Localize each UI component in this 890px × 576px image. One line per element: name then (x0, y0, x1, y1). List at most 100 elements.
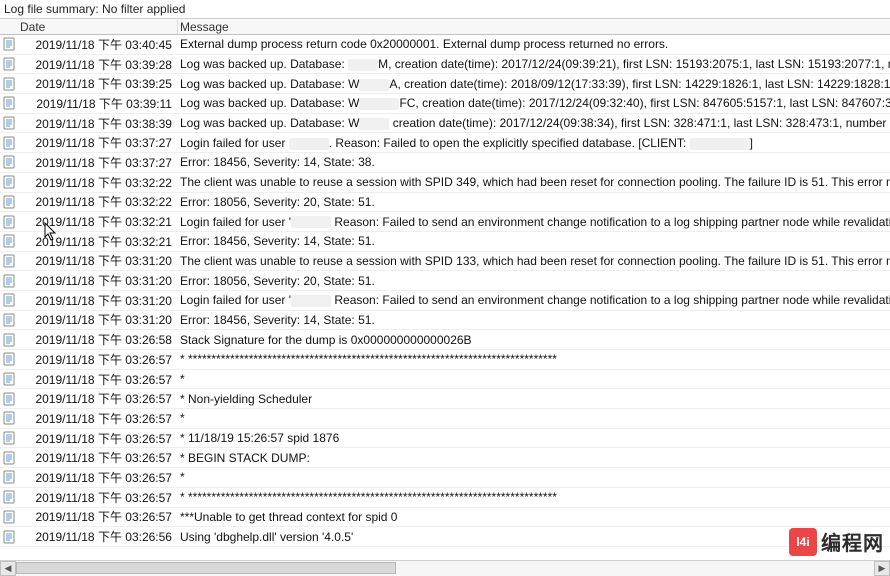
document-icon (0, 372, 18, 386)
scroll-right-button[interactable]: ▶ (874, 561, 890, 576)
row-message: * **************************************… (178, 490, 890, 504)
row-message: Log was backed up. Database: WFC, creati… (178, 96, 890, 110)
row-message: * (178, 470, 890, 484)
document-icon (0, 215, 18, 229)
table-row[interactable]: 2019/11/18 下午 03:26:57* (0, 409, 890, 429)
log-rows-container: 2019/11/18 下午 03:40:45External dump proc… (0, 35, 890, 561)
row-message: Stack Signature for the dump is 0x000000… (178, 333, 890, 347)
table-row[interactable]: 2019/11/18 下午 03:31:20Error: 18056, Seve… (0, 271, 890, 291)
row-date: 2019/11/18 下午 03:39:11 (18, 95, 178, 112)
redacted-text (291, 216, 331, 228)
table-row[interactable]: 2019/11/18 下午 03:40:45External dump proc… (0, 35, 890, 55)
row-date: 2019/11/18 下午 03:31:20 (18, 292, 178, 309)
redacted-text (289, 138, 329, 150)
row-date: 2019/11/18 下午 03:37:27 (18, 134, 178, 151)
row-message: Login failed for user ' Reason: Failed t… (178, 215, 890, 229)
row-message: Login failed for user ' Reason: Failed t… (178, 293, 890, 307)
row-date: 2019/11/18 下午 03:26:57 (18, 469, 178, 486)
row-message: Error: 18456, Severity: 14, State: 51. (178, 313, 890, 327)
table-row[interactable]: 2019/11/18 下午 03:31:20Login failed for u… (0, 291, 890, 311)
row-date: 2019/11/18 下午 03:32:21 (18, 233, 178, 250)
row-message: Error: 18056, Severity: 20, State: 51. (178, 274, 890, 288)
row-message: * (178, 411, 890, 425)
table-row[interactable]: 2019/11/18 下午 03:26:57* 11/18/19 15:26:5… (0, 429, 890, 449)
document-icon (0, 510, 18, 524)
document-icon (0, 490, 18, 504)
row-message: Error: 18056, Severity: 20, State: 51. (178, 195, 890, 209)
table-row[interactable]: 2019/11/18 下午 03:26:57* Non-yielding Sch… (0, 389, 890, 409)
row-message: Log was backed up. Database: M, creation… (178, 57, 890, 71)
table-row[interactable]: 2019/11/18 下午 03:39:11Log was backed up.… (0, 94, 890, 114)
row-date: 2019/11/18 下午 03:26:57 (18, 390, 178, 407)
row-message: Error: 18456, Severity: 14, State: 38. (178, 155, 890, 169)
table-row[interactable]: 2019/11/18 下午 03:26:57* ****************… (0, 350, 890, 370)
document-icon (0, 254, 18, 268)
header-message[interactable]: Message (178, 20, 890, 34)
row-date: 2019/11/18 下午 03:39:28 (18, 56, 178, 73)
log-summary-bar: Log file summary: No filter applied (0, 0, 890, 19)
table-row[interactable]: 2019/11/18 下午 03:26:57* (0, 468, 890, 488)
table-row[interactable]: 2019/11/18 下午 03:26:57* ****************… (0, 488, 890, 508)
row-date: 2019/11/18 下午 03:26:57 (18, 371, 178, 388)
row-message: * BEGIN STACK DUMP: (178, 451, 890, 465)
row-date: 2019/11/18 下午 03:32:22 (18, 174, 178, 191)
row-date: 2019/11/18 下午 03:39:25 (18, 75, 178, 92)
table-row[interactable]: 2019/11/18 下午 03:37:27Login failed for u… (0, 133, 890, 153)
watermark-logo-icon: l4i (789, 528, 817, 556)
row-message: External dump process return code 0x2000… (178, 37, 890, 51)
table-row[interactable]: 2019/11/18 下午 03:31:20Error: 18456, Seve… (0, 311, 890, 331)
document-icon (0, 392, 18, 406)
table-row[interactable]: 2019/11/18 下午 03:32:22The client was una… (0, 173, 890, 193)
table-row[interactable]: 2019/11/18 下午 03:32:21Error: 18456, Seve… (0, 232, 890, 252)
document-icon (0, 96, 18, 110)
row-date: 2019/11/18 下午 03:26:57 (18, 449, 178, 466)
table-row[interactable]: 2019/11/18 下午 03:26:56Using 'dbghelp.dll… (0, 527, 890, 547)
row-date: 2019/11/18 下午 03:31:20 (18, 252, 178, 269)
table-row[interactable]: 2019/11/18 下午 03:31:20The client was una… (0, 252, 890, 272)
document-icon (0, 313, 18, 327)
scroll-left-button[interactable]: ◀ (0, 561, 16, 576)
horizontal-scrollbar[interactable]: ◀ ▶ (0, 560, 890, 576)
table-row[interactable]: 2019/11/18 下午 03:26:57* BEGIN STACK DUMP… (0, 448, 890, 468)
row-message: Using 'dbghelp.dll' version '4.0.5' (178, 530, 890, 544)
document-icon (0, 274, 18, 288)
row-date: 2019/11/18 下午 03:26:57 (18, 430, 178, 447)
table-row[interactable]: 2019/11/18 下午 03:26:57* (0, 370, 890, 390)
row-date: 2019/11/18 下午 03:32:22 (18, 193, 178, 210)
row-message: * Non-yielding Scheduler (178, 392, 890, 406)
document-icon (0, 234, 18, 248)
row-date: 2019/11/18 下午 03:26:57 (18, 410, 178, 427)
row-date: 2019/11/18 下午 03:40:45 (18, 36, 178, 53)
row-date: 2019/11/18 下午 03:26:57 (18, 351, 178, 368)
table-row[interactable]: 2019/11/18 下午 03:32:22Error: 18056, Seve… (0, 193, 890, 213)
scroll-thumb[interactable] (16, 562, 396, 574)
row-date: 2019/11/18 下午 03:26:57 (18, 489, 178, 506)
table-row[interactable]: 2019/11/18 下午 03:37:27Error: 18456, Seve… (0, 153, 890, 173)
row-message: Error: 18456, Severity: 14, State: 51. (178, 234, 890, 248)
document-icon (0, 57, 18, 71)
scroll-track[interactable] (16, 561, 874, 576)
row-message: * **************************************… (178, 352, 890, 366)
document-icon (0, 136, 18, 150)
document-icon (0, 333, 18, 347)
document-icon (0, 530, 18, 544)
row-message: ***Unable to get thread context for spid… (178, 510, 890, 524)
row-date: 2019/11/18 下午 03:26:56 (18, 528, 178, 545)
document-icon (0, 411, 18, 425)
header-date[interactable]: Date (18, 20, 178, 34)
table-row[interactable]: 2019/11/18 下午 03:39:28Log was backed up.… (0, 55, 890, 75)
document-icon (0, 293, 18, 307)
document-icon (0, 470, 18, 484)
document-icon (0, 451, 18, 465)
table-row[interactable]: 2019/11/18 下午 03:26:58Stack Signature fo… (0, 330, 890, 350)
document-icon (0, 352, 18, 366)
table-row[interactable]: 2019/11/18 下午 03:32:21Login failed for u… (0, 212, 890, 232)
redacted-text (348, 59, 378, 71)
document-icon (0, 37, 18, 51)
table-row[interactable]: 2019/11/18 下午 03:38:39Log was backed up.… (0, 114, 890, 134)
row-message: * 11/18/19 15:26:57 spid 1876 (178, 431, 890, 445)
row-message: Login failed for user . Reason: Failed t… (178, 136, 890, 150)
row-date: 2019/11/18 下午 03:26:58 (18, 331, 178, 348)
table-row[interactable]: 2019/11/18 下午 03:39:25Log was backed up.… (0, 74, 890, 94)
table-row[interactable]: 2019/11/18 下午 03:26:57***Unable to get t… (0, 508, 890, 528)
